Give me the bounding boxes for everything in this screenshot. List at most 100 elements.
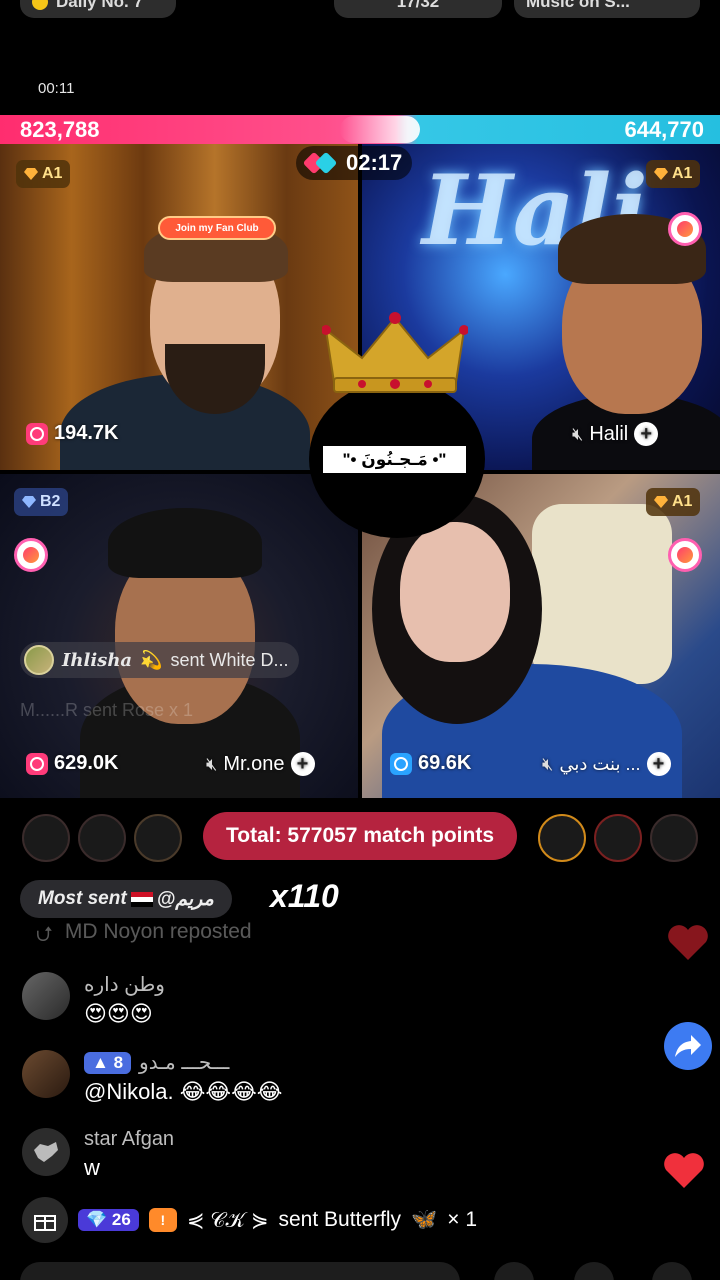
diamond-icon: [654, 496, 668, 508]
likes-counter-bottom-left: 629.0K: [26, 752, 119, 775]
chat-text: w: [84, 1155, 100, 1180]
chair-back: [532, 504, 672, 684]
host-face: [400, 522, 510, 662]
most-sent-banner: Most sent @مريم: [20, 880, 232, 918]
boost-gift-icon[interactable]: [668, 212, 702, 246]
left-team-score: 823,788: [20, 117, 100, 142]
rank-badge-top-right: A1: [646, 160, 701, 188]
gift-sender: ⋞ 𝒞𝒦 ⋟: [186, 1208, 269, 1232]
rank-badge-bottom-left: B2: [14, 488, 69, 516]
battle-timer: 02:17: [296, 146, 413, 180]
rank-label: A1: [42, 165, 63, 182]
sender-level-badge: 💎 26: [78, 1209, 139, 1231]
user-avatar[interactable]: [22, 1128, 70, 1176]
battle-countdown: 02:17: [346, 150, 403, 175]
likes-counter-top-left: 194.7K: [26, 422, 119, 445]
chat-message[interactable]: وطن داره 😍😍😍: [22, 972, 165, 1027]
supporter-avatar[interactable]: [594, 814, 642, 862]
chat-username[interactable]: ـــحـــ مـدو: [139, 1050, 229, 1075]
boost-gift-icon[interactable]: [14, 538, 48, 572]
gift-sender-avatar: [24, 645, 54, 675]
chat-username[interactable]: star Afgan: [84, 1128, 174, 1151]
diamond-icon: [24, 168, 38, 180]
total-match-points[interactable]: Total: 577057 match points: [203, 812, 517, 860]
likes-value: 194.7K: [54, 422, 119, 444]
daily-rank-pill[interactable]: Daily No. 7: [20, 0, 176, 18]
supporter-avatar[interactable]: [78, 814, 126, 862]
chat-text: 😍😍😍: [84, 1001, 153, 1026]
diamond-icon: [654, 168, 668, 180]
most-sent-user: @مريم: [156, 888, 214, 910]
host-name: بنت دبي ...: [559, 753, 641, 774]
rank-badge-bottom-right: A1: [646, 488, 701, 516]
user-avatar[interactable]: [22, 1050, 70, 1098]
supporter-avatar[interactable]: [650, 814, 698, 862]
battle-vs-icon: [306, 153, 336, 173]
supporter-avatar[interactable]: [22, 814, 70, 862]
gift-button[interactable]: [22, 1197, 68, 1243]
video-panel-bottom-left[interactable]: [0, 474, 358, 798]
sparkle-icon: 💫: [140, 649, 163, 670]
chat-message[interactable]: ▲ 8 ـــحـــ مـدو @Nikola. 😂😂😂😂: [22, 1050, 283, 1105]
ranking-pill[interactable]: 17/32: [334, 0, 502, 18]
gift-text: sent Butterfly: [278, 1208, 402, 1231]
rank-label: B2: [40, 493, 61, 510]
rank-label: A1: [672, 165, 693, 182]
butterfly-icon: 🦋: [411, 1208, 438, 1231]
faded-gift-notification: M......R sent Rose x 1: [20, 700, 194, 720]
egypt-flag-icon: [130, 891, 153, 907]
gift-notification: Ihlisha 💫 sent White D...: [20, 642, 299, 678]
gift-text: sent White D...: [170, 649, 289, 670]
comment-input[interactable]: [20, 1262, 460, 1280]
host-label-top-right[interactable]: 🔇︎ Halil +: [572, 422, 659, 446]
chat-message[interactable]: star Afgan w: [22, 1128, 174, 1181]
likes-icon: [26, 422, 48, 445]
music-pill[interactable]: Music on S...: [514, 0, 700, 18]
chat-username[interactable]: وطن داره: [84, 972, 165, 997]
mute-icon[interactable]: 🔇︎: [542, 754, 553, 775]
user-avatar[interactable]: [22, 972, 70, 1020]
host-name: Halil: [589, 422, 629, 445]
host-name: Mr.one: [223, 752, 285, 775]
likes-counter-bottom-right: 69.6K: [390, 752, 471, 775]
supporter-avatar[interactable]: [538, 814, 586, 862]
rank-badge-top-left: A1: [16, 160, 71, 188]
host-label-bottom-right[interactable]: 🔇︎ بنت دبي ... +: [542, 752, 671, 776]
rank-label: A1: [672, 493, 693, 510]
join-fan-club-button[interactable]: Join my Fan Club: [158, 216, 276, 240]
gift-shortcut-button[interactable]: [574, 1262, 614, 1280]
gift-box-icon: [34, 1215, 56, 1231]
stream-timer: 00:11: [38, 80, 75, 97]
follow-plus-icon[interactable]: +: [646, 752, 671, 776]
user-level-badge: ▲ 8: [84, 1051, 132, 1074]
right-team-score: 644,770: [624, 117, 704, 142]
mute-icon[interactable]: 🔇︎: [206, 754, 217, 775]
score-bar-flare: [340, 116, 420, 143]
likes-icon: [26, 752, 48, 775]
share-icon: [675, 1035, 701, 1057]
host-label-bottom-left[interactable]: 🔇︎ Mr.one +: [206, 752, 315, 776]
likes-value: 629.0K: [54, 752, 119, 774]
diamond-icon: [22, 496, 36, 508]
follow-plus-icon[interactable]: +: [634, 422, 659, 446]
more-button[interactable]: [652, 1262, 692, 1280]
coin-icon: [32, 0, 48, 10]
crown-icon: [322, 312, 468, 393]
supporter-avatar[interactable]: [134, 814, 182, 862]
boost-gift-icon[interactable]: [668, 538, 702, 572]
host-hair: [108, 508, 262, 578]
emoji-button[interactable]: [494, 1262, 534, 1280]
gift-sender-name: Ihlisha: [62, 649, 133, 671]
heart-icon: [664, 1153, 704, 1188]
share-button[interactable]: [664, 1022, 712, 1070]
heart-icon: [668, 925, 708, 960]
mute-icon[interactable]: 🔇︎: [572, 424, 583, 445]
follow-plus-icon[interactable]: +: [290, 752, 315, 776]
most-sent-count: x110: [270, 878, 339, 914]
repost-icon: ⮍: [36, 923, 53, 946]
mvp-name-plate: "• مَـجـنُونَ •": [323, 446, 466, 473]
repost-notice: ⮍ MD Noyon reposted: [36, 920, 252, 955]
ranking-label: 17/32: [396, 0, 440, 11]
likes-value: 69.6K: [418, 752, 472, 774]
gift-activity-bar: 💎 26 ! ⋞ 𝒞𝒦 ⋟ sent Butterfly 🦋 × 1: [22, 1197, 477, 1243]
